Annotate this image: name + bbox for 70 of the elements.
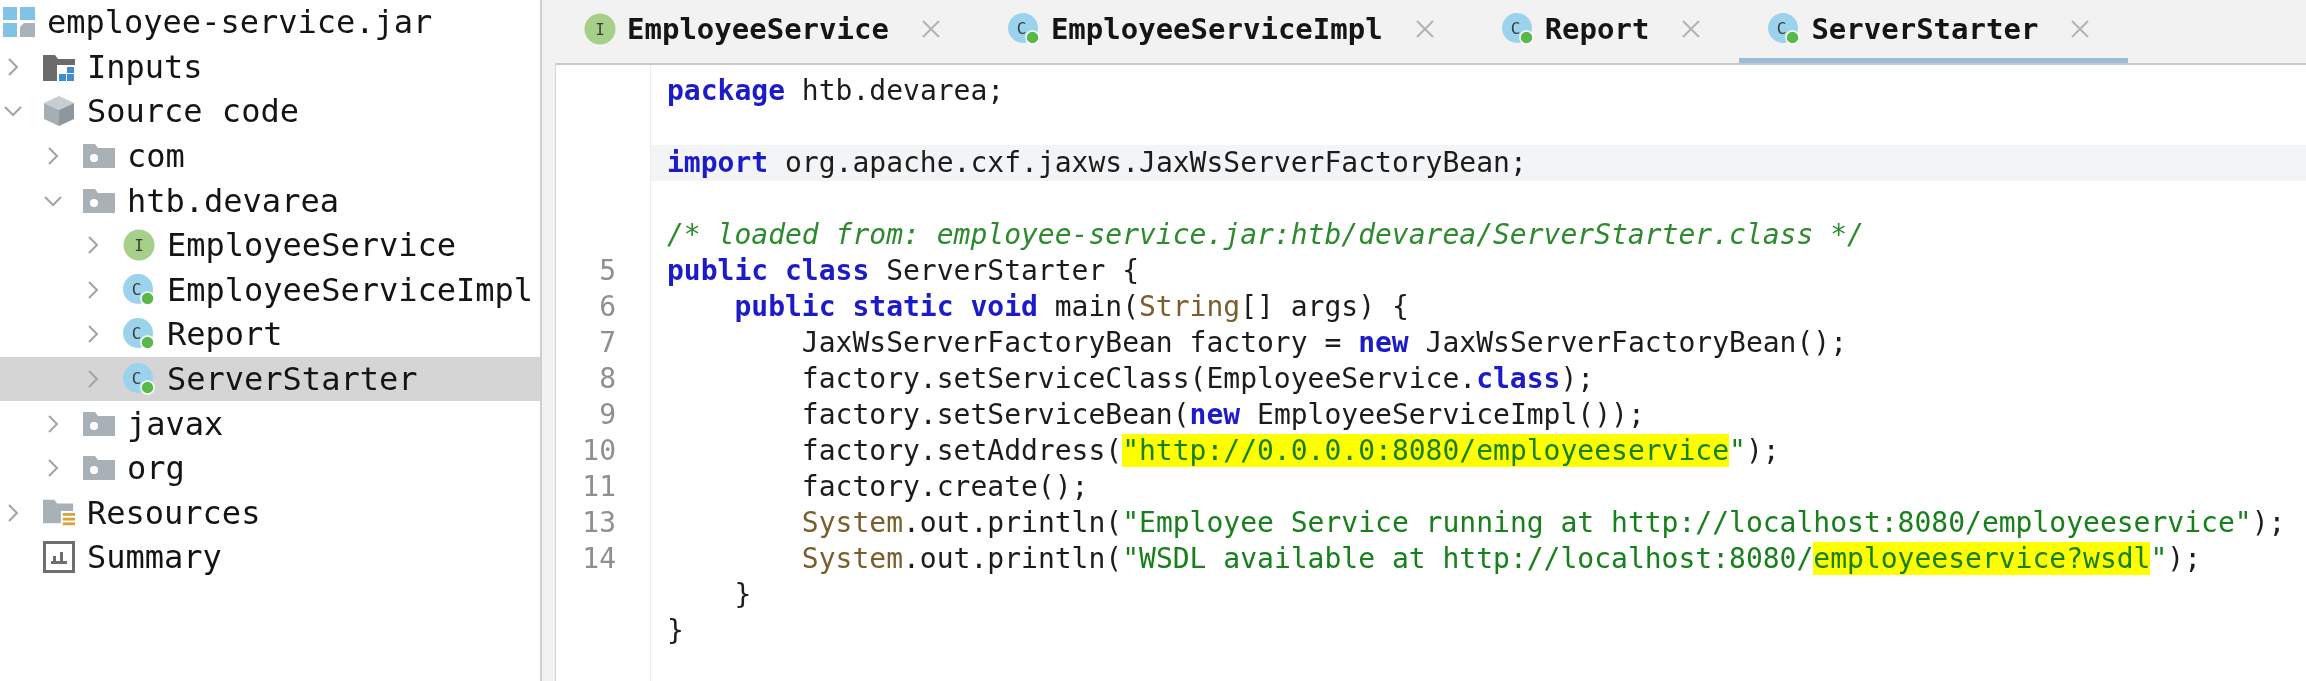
tree-item[interactable]: Summary	[0, 535, 540, 580]
chevron-icon[interactable]	[87, 235, 99, 256]
code-line: /* loaded from: employee-service.jar:htb/devarea/ServerStarter.class */	[667, 218, 1864, 252]
chevron-icon[interactable]	[87, 369, 99, 390]
code-line: System.out.println("WSDL available at http://localhost:8080/employeeservice?wsdl");	[801, 542, 2202, 576]
code-line: }	[734, 578, 752, 612]
chevron-icon[interactable]	[47, 458, 59, 479]
tree-item[interactable]: C ServerStarter	[0, 356, 540, 402]
chevron-icon[interactable]	[87, 324, 99, 345]
line-number: 7	[599, 326, 616, 360]
folder-icon	[83, 455, 115, 482]
chevron-icon[interactable]	[7, 56, 19, 77]
code-line: factory.setServiceBean(new EmployeeServiceImpl());	[801, 398, 1645, 432]
line-number: 14	[582, 542, 616, 576]
close-icon[interactable]	[2070, 19, 2091, 39]
code-line: public class ServerStarter {	[667, 254, 1139, 288]
tree-item[interactable]: Inputs	[0, 44, 540, 90]
editor-tab[interactable]: C Report	[1472, 0, 1740, 63]
folder-icon	[83, 143, 115, 170]
code-line: System.out.println("Employee Service running at http://localhost:8080/employeeservice");	[801, 506, 2286, 540]
code-line: factory.create();	[801, 470, 1089, 504]
close-icon[interactable]	[1681, 19, 1702, 39]
line-number: 11	[582, 470, 616, 504]
class-icon: C	[123, 318, 155, 351]
class-icon: C	[1501, 13, 1534, 45]
tree-item[interactable]: org	[0, 445, 540, 491]
grid-icon	[3, 7, 35, 38]
code-line: JaxWsServerFactoryBean factory = new JaxWsServerFactoryBean();	[801, 326, 1848, 360]
code-line: public static void main(String[] args) {	[734, 290, 1409, 324]
class-icon: C	[1007, 13, 1040, 45]
chevron-icon[interactable]	[43, 194, 63, 207]
chevron-icon[interactable]	[47, 146, 59, 167]
tree-item[interactable]: I EmployeeService	[0, 222, 540, 268]
editor-tab[interactable]: C EmployeeServiceImpl	[978, 0, 1473, 63]
tree-item[interactable]: com	[0, 133, 540, 179]
tree-item[interactable]: C Report	[0, 312, 540, 357]
chevron-icon[interactable]	[3, 105, 23, 118]
tree-item[interactable]: htb.devarea	[0, 178, 540, 223]
chart-icon	[43, 541, 75, 574]
close-icon[interactable]	[1414, 19, 1435, 39]
code-line: factory.setServiceClass(EmployeeService.class);	[801, 362, 1595, 396]
cube-icon	[43, 95, 75, 128]
close-icon[interactable]	[920, 19, 941, 39]
line-number: 8	[599, 362, 616, 396]
code-line: }	[667, 614, 684, 648]
editor-tab[interactable]: I EmployeeService	[555, 0, 979, 63]
chevron-icon[interactable]	[47, 413, 59, 434]
line-number: 5	[599, 254, 616, 288]
chevron-icon[interactable]	[87, 279, 99, 300]
folder-icon	[83, 187, 115, 214]
code-line: import org.apache.cxf.jaxws.JaxWsServerFactoryBean;	[667, 146, 1527, 180]
tree-item[interactable]: javax	[0, 401, 540, 446]
chevron-icon[interactable]	[7, 502, 19, 523]
class-icon: C	[1768, 13, 1801, 45]
interface-icon: I	[123, 229, 155, 262]
line-number: 13	[582, 506, 616, 540]
tree-item[interactable]: C EmployeeServiceImpl	[0, 267, 540, 313]
tree-item[interactable]: employee-service.jar	[0, 0, 540, 45]
line-number: 10	[582, 434, 616, 468]
folder-icon	[83, 410, 115, 437]
tree-item[interactable]: Resources	[0, 490, 540, 536]
class-icon: C	[123, 363, 155, 396]
line-number: 9	[599, 398, 616, 432]
class-icon: C	[123, 273, 155, 306]
folder-icon	[43, 52, 75, 81]
interface-icon: I	[584, 13, 616, 45]
folder-icon	[43, 497, 75, 528]
tree-item[interactable]: Source code	[0, 89, 540, 134]
line-number: 6	[599, 290, 616, 324]
code-line: package htb.devarea;	[667, 74, 1005, 108]
